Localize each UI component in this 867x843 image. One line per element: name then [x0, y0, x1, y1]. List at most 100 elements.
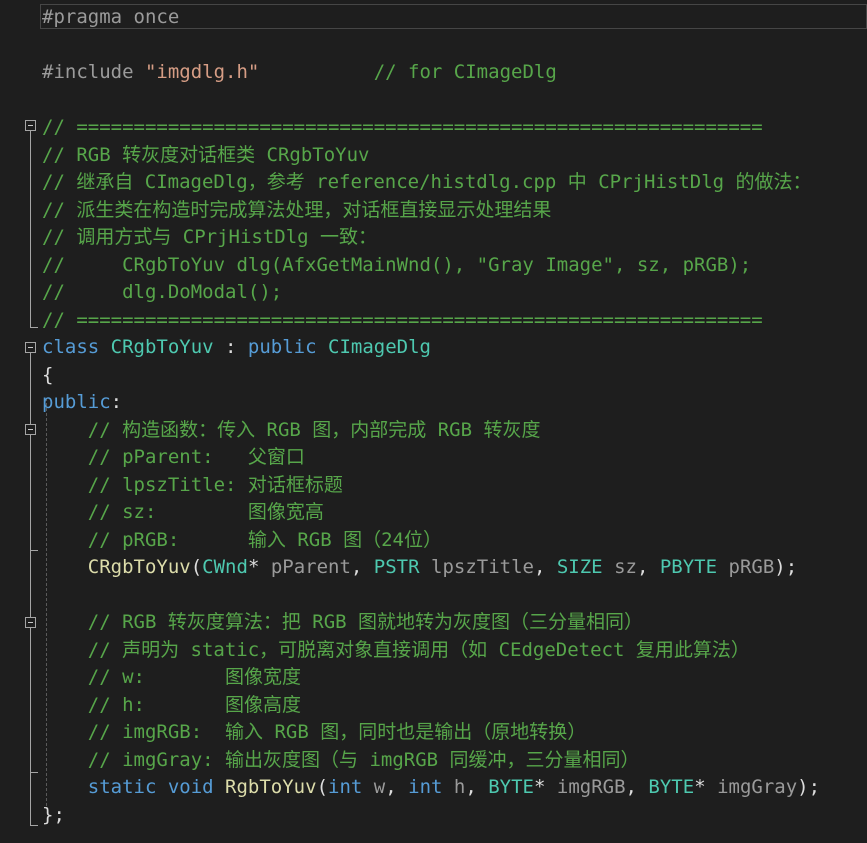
code-token: // dlg.DoModal();: [42, 281, 283, 303]
code-line[interactable]: // w: 图像宽度: [42, 664, 301, 691]
code-line[interactable]: // 声明为 static，可脱离对象直接调用（如 CEdgeDetect 复用…: [42, 637, 750, 664]
code-token: ,: [636, 556, 660, 578]
code-line[interactable]: // 构造函数：传入 RGB 图，内部完成 RGB 转灰度: [42, 417, 541, 444]
fold-end: [30, 772, 38, 773]
code-token: CRgbToYuv: [87, 556, 191, 578]
code-line[interactable]: // 派生类在构造时完成算法处理，对话框直接显示处理结果: [42, 197, 551, 224]
code-token: (: [190, 556, 203, 578]
code-line[interactable]: class CRgbToYuv : public CImageDlg: [42, 334, 431, 361]
code-token: int: [328, 776, 374, 798]
code-line[interactable]: // 继承自 CImageDlg，参考 reference/histdlg.cp…: [42, 169, 812, 196]
code-token: // CRgbToYuv dlg(AfxGetMainWnd(), "Gray …: [42, 253, 752, 276]
code-line[interactable]: };: [42, 802, 65, 829]
code-line[interactable]: // =====================================…: [42, 114, 763, 141]
code-token: BYTE: [488, 776, 534, 798]
code-token: // h: 图像高度: [87, 693, 302, 716]
code-line[interactable]: CRgbToYuv(CWnd* pParent, PSTR lpszTitle,…: [42, 554, 797, 581]
code-line[interactable]: // pRGB: 输入 RGB 图（24位）: [42, 527, 442, 554]
code-token: // 声明为 static，可脱离对象直接调用（如 CEdgeDetect 复用…: [87, 638, 750, 661]
code-line[interactable]: // imgGray: 输出灰度图（与 imgRGB 同缓冲，三分量相同）: [42, 747, 640, 774]
code-line[interactable]: // h: 图像高度: [42, 692, 301, 719]
code-token: ,: [385, 776, 409, 798]
code-token: ,: [465, 776, 489, 798]
code-line[interactable]: #pragma once: [42, 4, 179, 31]
code-token: *: [694, 776, 718, 798]
code-token: SIZE: [556, 556, 603, 578]
code-token: // RGB 转灰度对话框类 CRgbToYuv: [42, 143, 370, 166]
code-token: *: [247, 556, 271, 578]
code-line[interactable]: #include "imgdlg.h" // for CImageDlg: [42, 59, 557, 86]
code-line[interactable]: // RGB 转灰度对话框类 CRgbToYuv: [42, 142, 369, 169]
code-token: h: [453, 776, 466, 798]
code-token: public: [42, 391, 111, 413]
code-token: {: [42, 363, 54, 386]
code-editor[interactable]: #pragma once #include "imgdlg.h" // for C…: [0, 0, 867, 843]
code-token: // RGB 转灰度算法：把 RGB 图就地转为灰度图（三分量相同）: [87, 611, 644, 633]
code-line[interactable]: {: [42, 362, 53, 389]
fold-toggle-comment-block-icon[interactable]: [25, 617, 36, 628]
code-line[interactable]: // RGB 转灰度算法：把 RGB 图就地转为灰度图（三分量相同）: [42, 609, 643, 636]
code-token: // pRGB: 输入 RGB 图（24位）: [87, 528, 442, 551]
code-token: // 调用方式与 CPrjHistDlg 一致：: [42, 226, 378, 248]
code-token: #include: [42, 61, 145, 83]
code-token: BYTE: [648, 776, 695, 798]
code-token: // w: 图像宽度: [87, 666, 302, 688]
code-token: #pragma once: [42, 6, 180, 28]
code-token: sz: [614, 556, 637, 578]
code-token: pParent: [270, 556, 351, 578]
code-token: ,: [350, 556, 374, 578]
code-token: CRgbToYuv: [110, 336, 214, 358]
code-token: // lpszTitle: 对话框标题: [87, 473, 343, 496]
code-line[interactable]: // CRgbToYuv dlg(AfxGetMainWnd(), "Gray …: [42, 252, 751, 279]
code-token: imgRGB: [556, 776, 626, 798]
code-token: // sz: 图像宽高: [87, 501, 324, 523]
code-line[interactable]: // sz: 图像宽高: [42, 499, 324, 526]
code-token: // imgGray: 输出灰度图（与 imgRGB 同缓冲，三分量相同）: [87, 748, 640, 771]
fold-end: [30, 825, 38, 826]
code-token: w: [373, 776, 386, 798]
code-token: imgGray: [717, 776, 798, 798]
code-token: "imgdlg.h": [144, 61, 260, 83]
code-line[interactable]: public:: [42, 389, 122, 416]
code-token: PSTR: [373, 556, 420, 578]
code-token: pRGB: [728, 556, 775, 578]
code-token: public: [247, 336, 328, 358]
code-line[interactable]: // =====================================…: [42, 307, 763, 334]
code-token: };: [42, 803, 65, 826]
code-token: // 构造函数：传入 RGB 图，内部完成 RGB 转灰度: [87, 418, 541, 441]
fold-toggle-comment-block-icon[interactable]: [25, 424, 36, 435]
code-line[interactable]: // lpszTitle: 对话框标题: [42, 472, 343, 499]
code-token: RgbToYuv: [225, 776, 317, 798]
code-line[interactable]: // dlg.DoModal();: [42, 279, 282, 306]
fold-rail: [30, 131, 31, 327]
code-line[interactable]: static void RgbToYuv(int w, int h, BYTE*…: [42, 774, 820, 801]
fold-end: [30, 550, 38, 551]
code-token: // 继承自 CImageDlg，参考 reference/histdlg.cp…: [42, 171, 812, 193]
fold-toggle-comment-block-icon[interactable]: [25, 120, 36, 131]
code-line[interactable]: // 调用方式与 CPrjHistDlg 一致：: [42, 224, 377, 251]
code-line[interactable]: // pParent: 父窗口: [42, 444, 305, 471]
fold-end: [30, 327, 38, 328]
code-token: PBYTE: [659, 556, 718, 578]
code-token: // pParent: 父窗口: [87, 446, 305, 468]
code-token: CWnd: [202, 556, 248, 578]
code-token: // imgRGB: 输入 RGB 图，同时也是输出（原地转换）: [87, 721, 587, 743]
fold-toggle-class-icon[interactable]: [25, 342, 36, 353]
code-token: );: [774, 556, 798, 578]
code-line[interactable]: // imgRGB: 输入 RGB 图，同时也是输出（原地转换）: [42, 719, 586, 746]
